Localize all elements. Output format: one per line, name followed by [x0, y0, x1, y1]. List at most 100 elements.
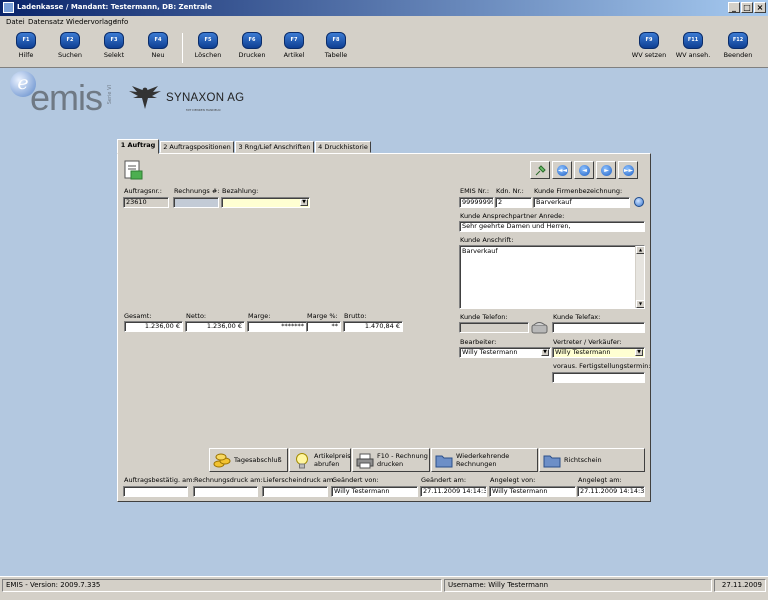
menu-datensatz[interactable]: Datensatz: [28, 18, 64, 26]
telefon-label: Kunde Telefon:: [460, 313, 508, 321]
nav-next-button[interactable]: ►: [596, 161, 616, 179]
status-date: 27.11.2009: [714, 579, 766, 592]
emis-nr-label: EMIS Nr.:: [460, 187, 490, 195]
f7-key-icon: F7: [284, 32, 304, 49]
auftragsbest-field[interactable]: [123, 486, 188, 497]
geaendert-von-field[interactable]: Willy Testermann: [331, 486, 418, 497]
minimize-button[interactable]: _: [728, 2, 740, 13]
help-button[interactable]: F1 Hilfe: [4, 31, 48, 66]
artikelpreis-button[interactable]: Artikelpreis abrufen: [289, 448, 351, 472]
delete-label: Löschen: [194, 51, 222, 59]
emis-series: Serie VI: [107, 85, 113, 105]
last-record-icon: ►►: [623, 165, 634, 176]
geaendert-am-field[interactable]: 27.11.2009 14:14:33: [420, 486, 487, 497]
lieferschein-field[interactable]: [262, 486, 328, 497]
status-bar: EMIS - Version: 2009.7.335 Username: Wil…: [0, 576, 768, 600]
record-action-button[interactable]: [530, 161, 550, 179]
nav-last-button[interactable]: ►►: [618, 161, 638, 179]
tab-anschriften[interactable]: 3 Rng/Lief Anschriften: [235, 141, 314, 153]
select-label: Selekt: [103, 51, 125, 59]
article-button[interactable]: F7 Artikel: [272, 31, 316, 66]
status-user: Username: Willy Testermann: [444, 579, 712, 592]
table-button[interactable]: F8 Tabelle: [314, 31, 358, 66]
angelegt-von-field[interactable]: Willy Testermann: [489, 486, 576, 497]
tab-druckhistorie[interactable]: 4 Druckhistorie: [315, 141, 371, 153]
menu-wiedervorlage[interactable]: Wiedervorlage: [66, 18, 117, 26]
firma-field[interactable]: Barverkauf: [533, 197, 630, 208]
toolbar-separator: [182, 33, 183, 63]
previous-record-icon: ◄: [579, 165, 590, 176]
order-document-icon: [124, 160, 143, 180]
anschrift-scrollbar[interactable]: ▲ ▼: [635, 246, 644, 308]
wiederkehrende-line2: Rechnungen: [456, 460, 497, 468]
vertreter-value: Willy Testermann: [555, 348, 611, 356]
artikelpreis-label: Artikelpreis abrufen: [314, 452, 351, 468]
fertigstellung-field[interactable]: [552, 372, 645, 383]
chevron-down-icon[interactable]: ▼: [300, 199, 308, 206]
exit-button[interactable]: F12 Beenden: [716, 31, 760, 66]
angelegt-am-label: Angelegt am:: [578, 476, 622, 484]
gesamt-field[interactable]: 1.236,00 €: [124, 321, 183, 332]
f9-key-icon: F9: [639, 32, 659, 49]
menu-datei[interactable]: Datei: [6, 18, 25, 26]
search-button[interactable]: F2 Suchen: [48, 31, 92, 66]
brutto-field[interactable]: 1.470,84 €: [343, 321, 403, 332]
bezahlung-select[interactable]: ▼: [221, 197, 310, 208]
marge-label: Marge:: [248, 312, 271, 320]
delete-button[interactable]: F5 Löschen: [186, 31, 230, 66]
coins-icon: [213, 453, 231, 468]
chevron-down-icon[interactable]: ▼: [541, 349, 549, 356]
tab-auftrag[interactable]: 1 Auftrag: [117, 139, 159, 154]
f12-key-icon: F12: [728, 32, 748, 49]
select-button[interactable]: F3 Selekt: [92, 31, 136, 66]
anrede-field[interactable]: Sehr geehrte Damen und Herren,: [459, 221, 645, 232]
rechnungsnr-label: Rechnungs #:: [174, 187, 220, 195]
synaxon-logo: SYNAXON AG MIT DENKEN HANDELN: [128, 83, 258, 115]
netto-field[interactable]: 1.236,00 €: [185, 321, 245, 332]
telefax-field[interactable]: [552, 322, 645, 333]
chevron-down-icon[interactable]: ▼: [635, 349, 643, 356]
angelegt-am-field[interactable]: 27.11.2009 14:14:32: [577, 486, 645, 497]
kdn-nr-field[interactable]: 2: [495, 197, 532, 208]
marge-field[interactable]: *******: [247, 321, 307, 332]
rechnungsdruck-field[interactable]: [193, 486, 258, 497]
anrede-label: Kunde Ansprechpartner Anrede:: [460, 212, 565, 220]
view-reminder-button[interactable]: F11 WV anseh.: [671, 31, 715, 66]
maximize-button[interactable]: □: [741, 2, 753, 13]
auftragsbest-label: Auftragsbestätig. am:: [124, 476, 195, 484]
nav-first-button[interactable]: ◄◄: [552, 161, 572, 179]
window-titlebar[interactable]: Ladenkasse / Mandant: Testermann, DB: Ze…: [0, 0, 768, 16]
tab-auftragspositionen[interactable]: 2 Auftragspositionen: [160, 141, 234, 153]
menu-info[interactable]: Info: [115, 18, 128, 26]
wiederkehrende-line1: Wiederkehrende: [456, 452, 510, 460]
rechnungsnr-field[interactable]: [173, 197, 219, 208]
rechnung-drucken-button[interactable]: F10 - Rechnung drucken: [352, 448, 430, 472]
emis-nr-field[interactable]: 99999999: [459, 197, 494, 208]
next-record-icon: ►: [601, 165, 612, 176]
set-reminder-button[interactable]: F9 WV setzen: [627, 31, 671, 66]
vertreter-select[interactable]: Willy Testermann ▼: [552, 347, 645, 358]
auftragsnr-field[interactable]: 23610: [123, 197, 169, 208]
nav-prev-button[interactable]: ◄: [574, 161, 594, 179]
close-button[interactable]: ×: [754, 2, 766, 13]
telefon-field[interactable]: [459, 322, 529, 333]
print-button[interactable]: F6 Drucken: [230, 31, 274, 66]
view-reminder-label: WV anseh.: [675, 51, 711, 59]
auftragsnr-label: Auftragsnr.:: [124, 187, 162, 195]
scroll-down-icon[interactable]: ▼: [636, 300, 644, 308]
new-button[interactable]: F4 Neu: [136, 31, 180, 66]
anschrift-textarea[interactable]: Barverkauf ▲ ▼: [459, 245, 645, 309]
f11-key-icon: F11: [683, 32, 703, 49]
richtschein-button[interactable]: Richtschein: [539, 448, 645, 472]
exit-label: Beenden: [723, 51, 753, 59]
scroll-up-icon[interactable]: ▲: [636, 246, 644, 254]
wiederkehrende-rechnungen-button[interactable]: Wiederkehrende Rechnungen: [431, 448, 538, 472]
customer-lookup-icon[interactable]: [634, 197, 644, 207]
tagesabschluss-label: Tagesabschluß: [234, 456, 282, 464]
f6-key-icon: F6: [242, 32, 262, 49]
marge-pct-field[interactable]: **: [306, 321, 341, 332]
window-title: Ladenkasse / Mandant: Testermann, DB: Ze…: [17, 3, 213, 11]
bearbeiter-select[interactable]: Willy Testermann ▼: [459, 347, 551, 358]
phone-dial-icon[interactable]: [531, 320, 548, 335]
tagesabschluss-button[interactable]: Tagesabschluß: [209, 448, 288, 472]
